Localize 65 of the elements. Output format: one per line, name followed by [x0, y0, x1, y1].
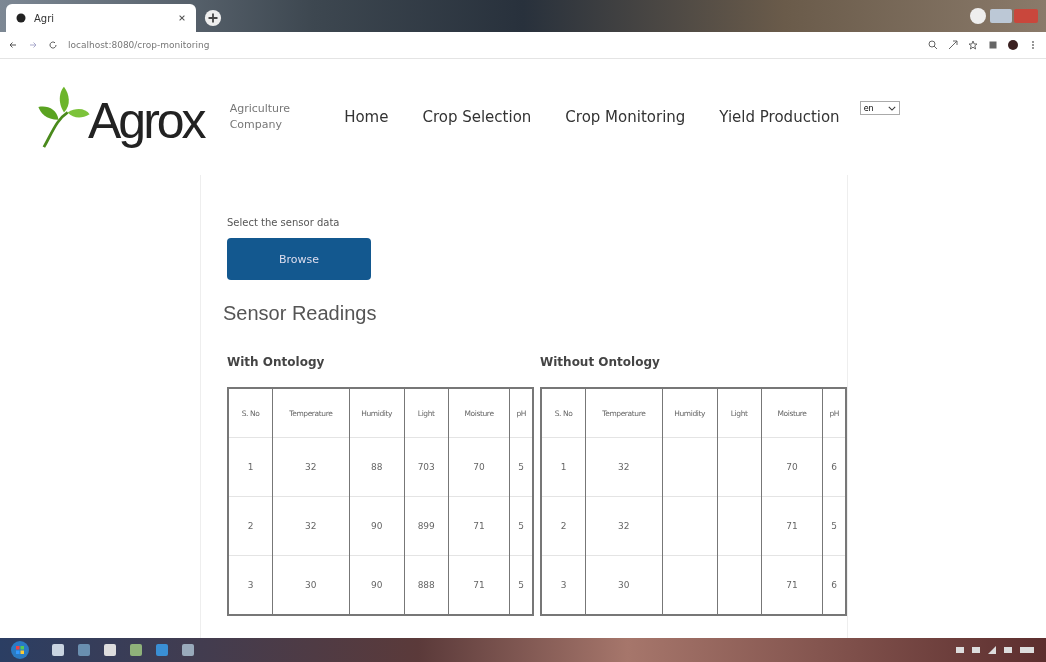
- table-cell: 6: [831, 462, 838, 472]
- upload-label: Select the sensor data: [227, 217, 341, 228]
- nav-link[interactable]: Crop Selection: [422, 108, 532, 126]
- table-cell: 71: [786, 521, 798, 531]
- avatar-icon[interactable]: [1008, 40, 1018, 50]
- table-title: With Ontology: [227, 355, 326, 369]
- star-icon[interactable]: [968, 40, 978, 50]
- table-cell: 30: [618, 580, 630, 590]
- reload-icon[interactable]: [48, 40, 58, 50]
- taskbar-app-icon[interactable]: [50, 642, 66, 658]
- table-cell: 3: [247, 580, 254, 590]
- table-cell: 2: [560, 521, 567, 531]
- table-cell: 71: [473, 580, 485, 590]
- nav-link[interactable]: Yield Production: [719, 108, 840, 126]
- table-cell: 32: [618, 462, 630, 472]
- table-cell: 32: [305, 462, 317, 472]
- table-cell: 70: [786, 462, 798, 472]
- table-cell: 5: [831, 521, 838, 531]
- table-cell: 2: [247, 521, 254, 531]
- logo-text[interactable]: Agrox: [88, 92, 204, 150]
- taskbar-app-icon[interactable]: [180, 642, 196, 658]
- nav-link[interactable]: Crop Monitoring: [565, 108, 686, 126]
- table-cell: 3: [560, 580, 567, 590]
- table-cell: 30: [305, 580, 317, 590]
- taskbar-app-icon[interactable]: [102, 642, 118, 658]
- table-cell: 5: [518, 521, 525, 531]
- tab-title: Agri: [34, 12, 56, 24]
- table-cell: 6: [831, 580, 838, 590]
- table-cell: 32: [305, 521, 317, 531]
- start-button-icon[interactable]: [10, 640, 30, 660]
- table-cell: 5: [518, 462, 525, 472]
- table-cell: 88: [370, 462, 383, 472]
- system-tray-icon: [956, 644, 1036, 656]
- table-cell: 32: [618, 521, 630, 531]
- share-icon[interactable]: [948, 40, 958, 50]
- nav-link[interactable]: Home: [344, 108, 389, 126]
- table-cell: 70: [473, 462, 485, 472]
- table-cell: 703: [417, 462, 435, 472]
- browser-tab[interactable]: Agri: [6, 4, 196, 32]
- table-cell: 1: [560, 462, 567, 472]
- tagline-text: Company: [229, 117, 283, 133]
- back-icon[interactable]: [8, 40, 18, 50]
- address-field[interactable]: localhost:8080/crop-monitoring: [68, 40, 210, 50]
- new-tab-icon[interactable]: [204, 9, 222, 27]
- taskbar-app-icon[interactable]: [76, 642, 92, 658]
- window-controls-icon[interactable]: [970, 6, 1040, 26]
- caret-icon: [887, 105, 896, 111]
- close-icon[interactable]: [178, 14, 186, 22]
- table-cell: 90: [370, 580, 383, 590]
- table-cell: 71: [473, 521, 485, 531]
- taskbar-app-icon[interactable]: [128, 642, 144, 658]
- browse-button[interactable]: Browse: [227, 238, 371, 280]
- table-cell: 888: [417, 580, 435, 590]
- table-cell: 5: [518, 580, 525, 590]
- tagline-text: Agriculture: [229, 100, 291, 117]
- table-cell: 71: [786, 580, 798, 590]
- table-cell: 899: [417, 521, 435, 531]
- page-icon: [16, 13, 26, 23]
- section-title: Sensor Readings: [223, 302, 378, 325]
- language-select[interactable]: en: [859, 101, 900, 115]
- table-cell: 90: [370, 521, 383, 531]
- extension-icon[interactable]: [988, 40, 998, 50]
- table-cell: 1: [247, 462, 254, 472]
- table-title: Without Ontology: [540, 355, 661, 369]
- search-icon[interactable]: [928, 40, 938, 50]
